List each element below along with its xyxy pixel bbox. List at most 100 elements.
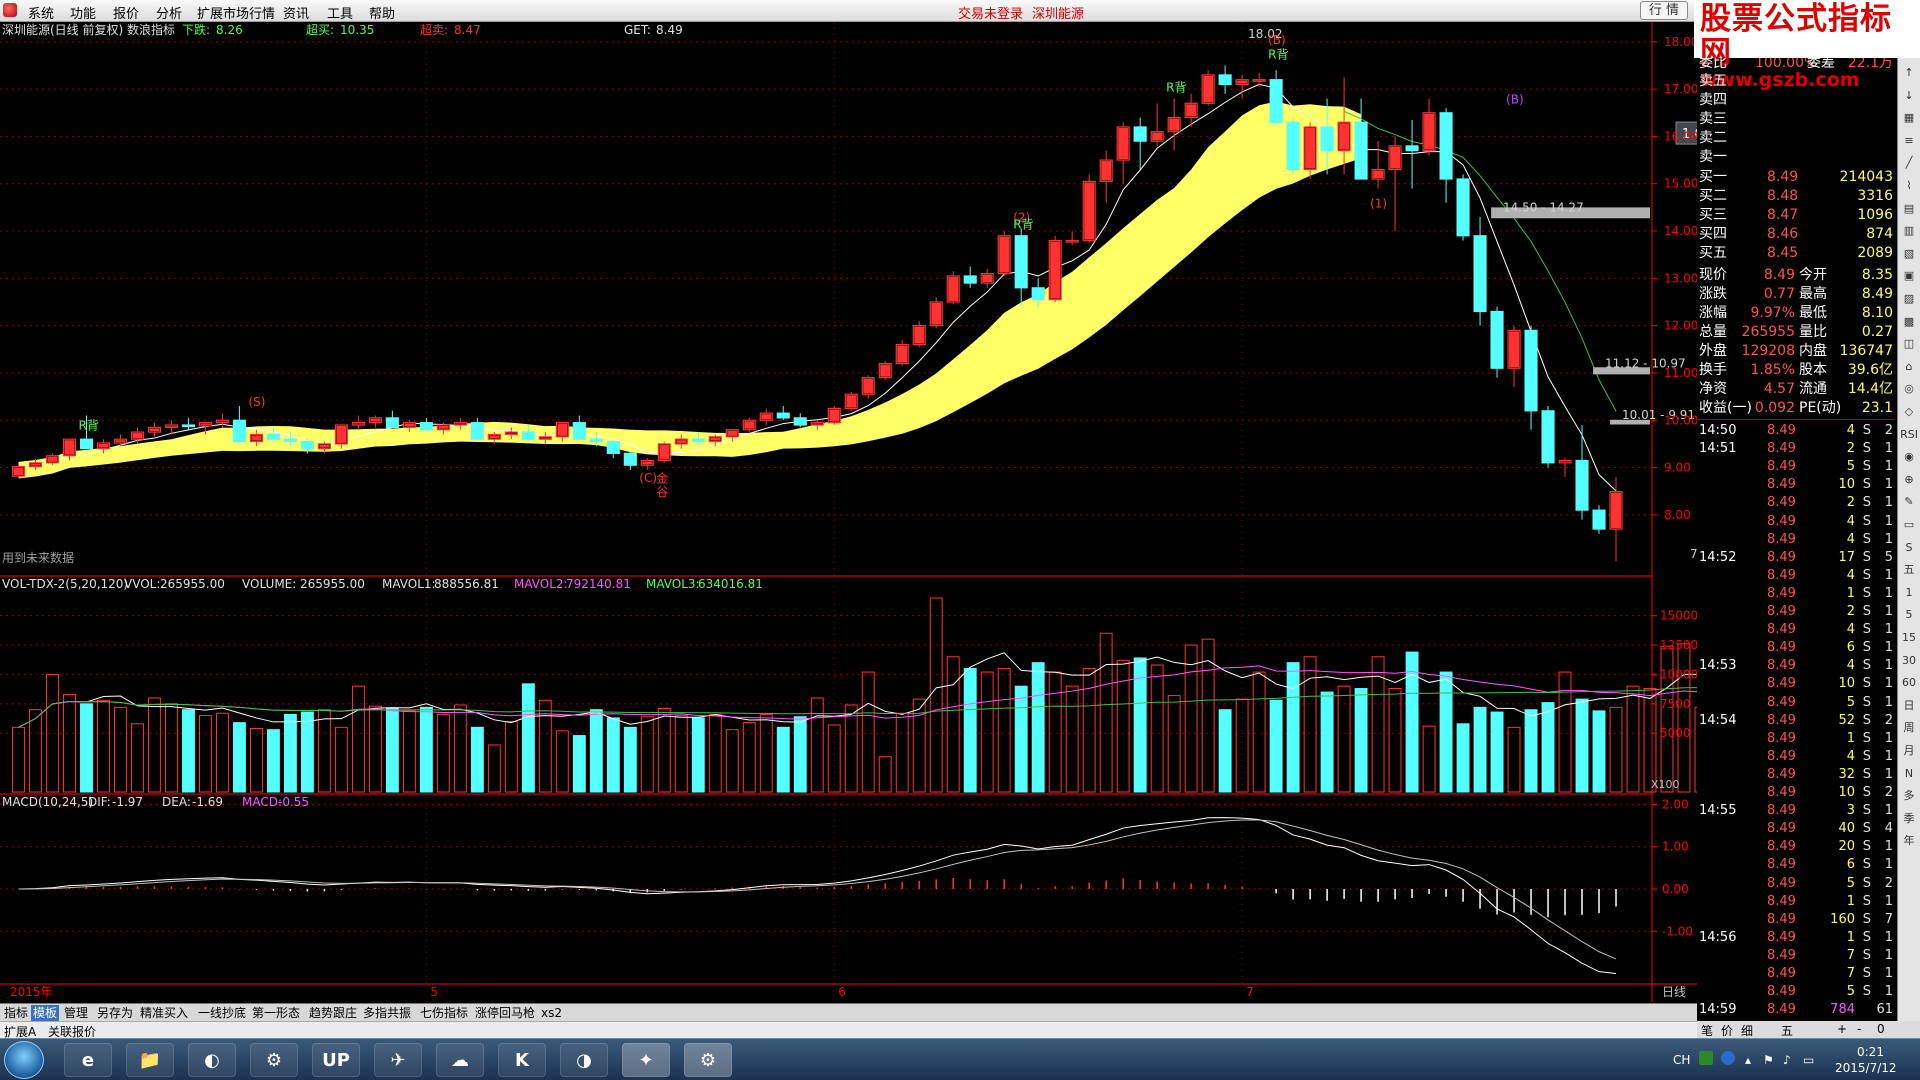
taskbar-app-icon[interactable]: 📁 (126, 1043, 174, 1077)
toolbar-button[interactable]: ▨ (1900, 290, 1918, 308)
volume-bar (1592, 710, 1606, 793)
toolbar-button[interactable]: ↑ (1900, 64, 1918, 82)
toolbar-button[interactable]: 年 (1900, 832, 1918, 850)
candle (776, 406, 790, 421)
toolbar-button[interactable]: ⊕ (1900, 471, 1918, 489)
toolbar-button[interactable]: 5 (1900, 606, 1918, 624)
indicator-tab[interactable]: 指标 (2, 1005, 30, 1021)
taskbar-app-icon[interactable]: K (498, 1043, 546, 1077)
ime-indicator[interactable]: CH (1673, 1053, 1690, 1067)
candle-fill (506, 433, 517, 434)
tick-price: 8.49 (1767, 785, 1796, 800)
taskbar-app-icon[interactable]: ☁ (436, 1043, 484, 1077)
toolbar-button[interactable]: ◇ (1900, 403, 1918, 421)
toolbar-button[interactable]: ✎ (1900, 493, 1918, 511)
indicator-tab[interactable]: 一线抄底 (196, 1005, 248, 1021)
toolbar-button[interactable]: ↓ (1900, 87, 1918, 105)
toolbar-button[interactable]: ▤ (1900, 200, 1918, 218)
candle (759, 408, 773, 425)
toolbar-button[interactable]: 五 (1900, 561, 1918, 579)
indicator-tab[interactable]: xs2 (539, 1005, 564, 1021)
indicator-tab[interactable]: 另存为 (95, 1005, 135, 1021)
taskbar-app-icon[interactable]: ⚙ (250, 1043, 298, 1077)
toolbar-button[interactable]: RSI (1900, 426, 1918, 444)
panel-tab[interactable]: - (1857, 1022, 1861, 1036)
tick-time: 14:56 (1699, 929, 1737, 945)
toolbar-button[interactable]: N (1900, 765, 1918, 783)
tick-count: 1 (1884, 694, 1893, 710)
indicator-tab[interactable]: 精准买入 (138, 1005, 190, 1021)
indicator-tab[interactable]: 七伤指标 (418, 1005, 470, 1021)
tray-app-icon[interactable] (1699, 1051, 1713, 1065)
toolbar-button[interactable]: 周 (1900, 719, 1918, 737)
toolbar-button[interactable]: ▥ (1900, 222, 1918, 240)
kline-tick-label: 12.00 (1664, 319, 1697, 333)
menu-extended-market[interactable]: 扩展市场行情 (197, 3, 275, 22)
panel-tab[interactable]: + (1837, 1022, 1847, 1036)
clock-time[interactable]: 0:21 (1857, 1045, 1884, 1059)
toolbar-button[interactable]: 1 (1900, 584, 1918, 602)
toolbar-button[interactable]: 多 (1900, 787, 1918, 805)
toolbar-button[interactable]: 月 (1900, 742, 1918, 760)
trade-status[interactable]: 交易未登录 (958, 3, 1023, 22)
panel-tab[interactable]: 五 (1781, 1022, 1793, 1039)
toolbar-button[interactable]: 日 (1900, 697, 1918, 715)
candle-fill (744, 421, 755, 429)
indicator-tab[interactable]: 多指共振 (361, 1005, 413, 1021)
taskbar-app-icon[interactable]: e (64, 1043, 112, 1077)
toolbar-button[interactable]: 季 (1900, 810, 1918, 828)
panel-tab[interactable]: 0 (1877, 1022, 1885, 1036)
tray-expand-icon[interactable]: ▴ (1745, 1053, 1751, 1067)
menu-quote[interactable]: 报价 (113, 3, 139, 22)
toolbar-button[interactable]: ◉ (1900, 448, 1918, 466)
clock-date[interactable]: 2015/7/12 (1835, 1061, 1897, 1075)
taskbar-app-icon[interactable]: ◐ (188, 1043, 236, 1077)
indicator-tab[interactable]: 第一形态 (250, 1005, 302, 1021)
tick-row: 8.49 10 S 2 (1697, 784, 1895, 802)
candle-fill (1203, 75, 1214, 103)
toolbar-button[interactable]: ⌂ (1900, 358, 1918, 376)
network-icon[interactable]: ▭ (1803, 1053, 1814, 1067)
start-button[interactable] (4, 1041, 44, 1079)
taskbar-app-icon[interactable]: ◑ (560, 1043, 608, 1077)
toolbar-button[interactable]: 60 (1900, 674, 1918, 692)
panel-tab[interactable]: 价 (1721, 1022, 1733, 1039)
taskbar-app-icon[interactable]: UP (312, 1043, 360, 1077)
menu-tools[interactable]: 工具 (327, 3, 353, 22)
taskbar-app-icon[interactable]: ✈ (374, 1043, 422, 1077)
chart-area[interactable]: 18.0214.50 - 14.2711.12 - 10.9710.01 - 9… (0, 22, 1697, 1003)
toolbar-button[interactable]: ◎ (1900, 380, 1918, 398)
indicator-tab[interactable]: 趋势跟庄 (307, 1005, 359, 1021)
candle-body (1456, 178, 1470, 237)
toolbar-button[interactable]: ⌇ (1900, 177, 1918, 195)
menu-analysis[interactable]: 分析 (156, 3, 182, 22)
toolbar-button[interactable]: ▣ (1900, 267, 1918, 285)
taskbar-app-icon[interactable]: ✦ (622, 1043, 670, 1077)
legend-volume-label: VOLUME: (242, 577, 296, 591)
volume-icon[interactable]: ♪ (1783, 1053, 1791, 1067)
candle-fill (1373, 170, 1384, 179)
toolbar-button[interactable]: ▧ (1900, 245, 1918, 263)
menu-function[interactable]: 功能 (70, 3, 96, 22)
taskbar-app-icon[interactable]: ⚙ (684, 1043, 732, 1077)
panel-tab[interactable]: 细 (1741, 1022, 1753, 1039)
toolbar-button[interactable]: ▭ (1900, 516, 1918, 534)
tab-market[interactable]: 行 情 (1640, 1, 1688, 20)
toolbar-button[interactable]: ▦ (1900, 109, 1918, 127)
menu-system[interactable]: 系统 (28, 3, 54, 22)
indicator-tab[interactable]: 管理 (62, 1005, 90, 1021)
toolbar-button[interactable]: 15 (1900, 629, 1918, 647)
toolbar-button[interactable]: S (1900, 539, 1918, 557)
toolbar-button[interactable]: 30 (1900, 652, 1918, 670)
toolbar-button[interactable]: ▩ (1900, 313, 1918, 331)
indicator-tab[interactable]: 涨停回马枪 (473, 1005, 537, 1021)
toolbar-button[interactable]: ╱ (1900, 154, 1918, 172)
menu-info[interactable]: 资讯 (283, 3, 309, 22)
indicator-tab[interactable]: 模板 (31, 1005, 60, 1021)
flag-icon[interactable]: ⚑ (1763, 1053, 1774, 1067)
menu-help[interactable]: 帮助 (369, 3, 395, 22)
toolbar-button[interactable]: ≡ (1900, 132, 1918, 150)
panel-tab[interactable]: 笔 (1701, 1022, 1713, 1039)
help-icon[interactable] (1721, 1051, 1735, 1065)
toolbar-button[interactable]: ◫ (1900, 335, 1918, 353)
